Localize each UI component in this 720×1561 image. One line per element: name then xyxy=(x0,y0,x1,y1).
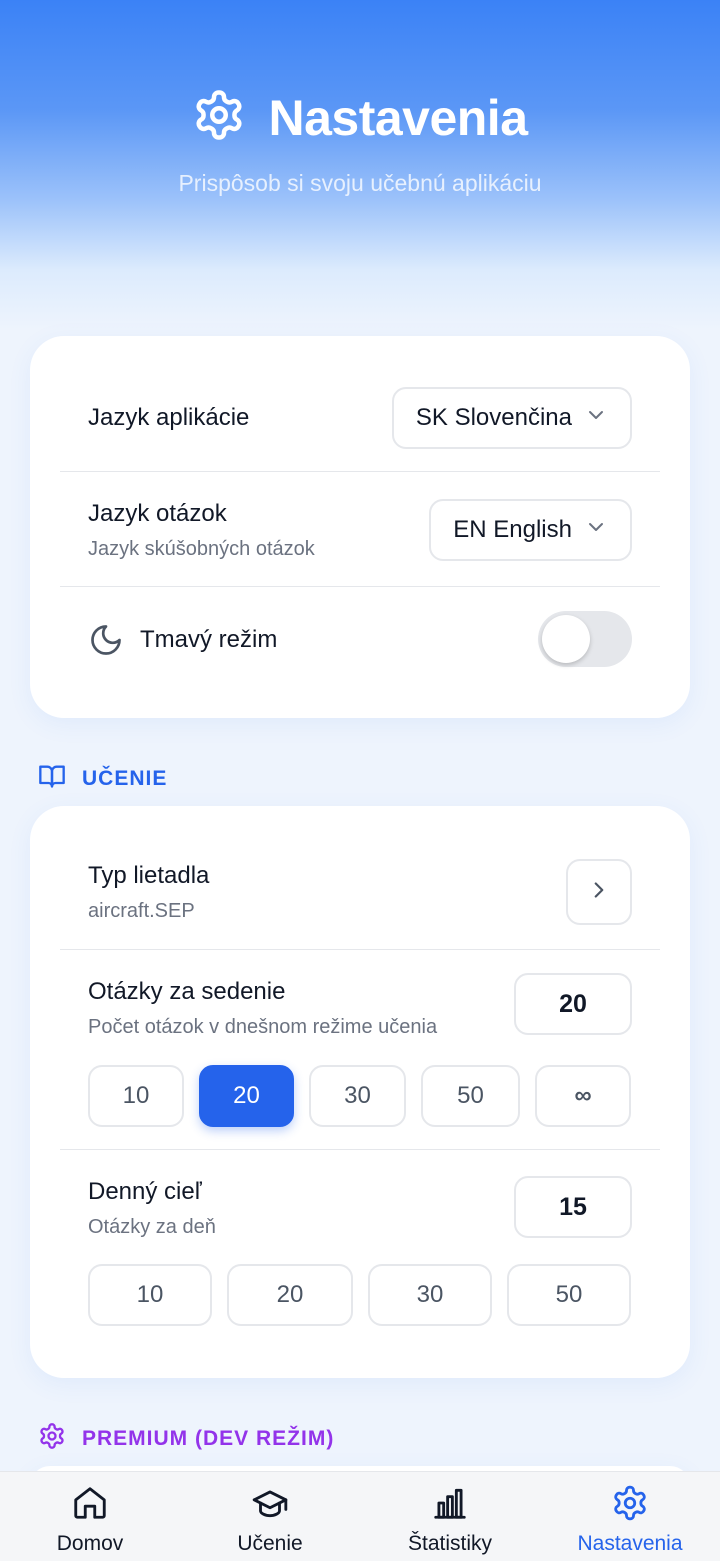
daily-goal-options: 10 20 30 50 xyxy=(88,1264,631,1326)
moon-icon xyxy=(88,622,124,658)
session-option-50[interactable]: 50 xyxy=(421,1065,520,1127)
app-language-select[interactable]: SK Slovenčina xyxy=(391,387,632,449)
nav-item-label: Učenie xyxy=(237,1532,303,1555)
daily-goal-option-30[interactable]: 30 xyxy=(368,1264,492,1326)
divider xyxy=(60,471,660,472)
divider xyxy=(60,949,660,950)
session-option-30[interactable]: 30 xyxy=(309,1065,406,1127)
chevron-down-icon xyxy=(584,403,608,434)
home-icon xyxy=(71,1484,109,1532)
page-header: Nastavenia xyxy=(0,88,720,147)
dark-mode-label: Tmavý režim xyxy=(140,626,278,653)
dark-mode-toggle[interactable] xyxy=(538,611,632,667)
bar-chart-icon xyxy=(431,1484,469,1532)
learning-section-title: UČENIE xyxy=(82,767,168,790)
chevron-right-icon xyxy=(586,877,612,908)
question-language-value: EN English xyxy=(453,516,572,543)
questions-per-session-input[interactable]: 20 xyxy=(514,973,632,1035)
nav-item-statistics[interactable]: Štatistiky xyxy=(360,1472,540,1561)
gear-icon xyxy=(192,88,246,147)
questions-per-session-options: 10 20 30 50 ∞ xyxy=(88,1065,631,1127)
daily-goal-option-50[interactable]: 50 xyxy=(507,1264,631,1326)
session-option-infinite[interactable]: ∞ xyxy=(535,1065,631,1127)
question-language-label: Jazyk otázok xyxy=(88,500,227,527)
nav-item-learning[interactable]: Učenie xyxy=(180,1472,360,1561)
page-subtitle: Prispôsob si svoju učebnú aplikáciu xyxy=(178,170,542,196)
nav-item-settings[interactable]: Nastavenia xyxy=(540,1472,720,1561)
book-open-icon xyxy=(38,762,66,796)
premium-section-title: PREMIUM (DEV REŽIM) xyxy=(82,1427,335,1450)
learning-settings-card: Typ lietadla aircraft.SEP Otázky za sede… xyxy=(30,806,690,1378)
daily-goal-option-20[interactable]: 20 xyxy=(227,1264,353,1326)
daily-goal-sublabel: Otázky za deň xyxy=(88,1216,216,1238)
divider xyxy=(60,586,660,587)
aircraft-type-label: Typ lietadla xyxy=(88,862,210,889)
aircraft-type-value: aircraft.SEP xyxy=(88,900,195,922)
graduation-cap-icon xyxy=(251,1484,289,1532)
nav-item-label: Nastavenia xyxy=(577,1532,683,1555)
header-gradient xyxy=(0,0,720,330)
learning-section-header: UČENIE xyxy=(38,762,167,796)
nav-item-home[interactable]: Domov xyxy=(0,1472,180,1561)
gear-icon xyxy=(611,1484,649,1532)
daily-goal-input[interactable]: 15 xyxy=(514,1176,632,1238)
toggle-knob xyxy=(542,615,590,663)
chevron-down-icon xyxy=(584,515,608,546)
bottom-nav: Domov Učenie Štatistiky Nastavenia xyxy=(0,1471,720,1561)
page-title: Nastavenia xyxy=(268,89,528,146)
nav-item-label: Štatistiky xyxy=(407,1532,493,1555)
general-settings-card: Jazyk aplikácie SK Slovenčina Jazyk otáz… xyxy=(30,336,690,718)
aircraft-type-button[interactable] xyxy=(566,859,632,925)
premium-section-header: PREMIUM (DEV REŽIM) xyxy=(38,1422,334,1456)
session-option-10[interactable]: 10 xyxy=(88,1065,184,1127)
divider xyxy=(60,1149,660,1150)
app-language-label: Jazyk aplikácie xyxy=(88,404,250,431)
daily-goal-label: Denný cieľ xyxy=(88,1178,202,1205)
questions-per-session-label: Otázky za sedenie xyxy=(88,978,286,1005)
daily-goal-option-10[interactable]: 10 xyxy=(88,1264,212,1326)
question-language-sublabel: Jazyk skúšobných otázok xyxy=(88,538,315,560)
session-option-20[interactable]: 20 xyxy=(199,1065,294,1127)
nav-item-label: Domov xyxy=(56,1532,124,1555)
gear-icon xyxy=(38,1422,66,1456)
app-language-value: SK Slovenčina xyxy=(415,404,572,431)
questions-per-session-sublabel: Počet otázok v dnešnom režime učenia xyxy=(88,1016,438,1038)
question-language-select[interactable]: EN English xyxy=(429,499,632,561)
